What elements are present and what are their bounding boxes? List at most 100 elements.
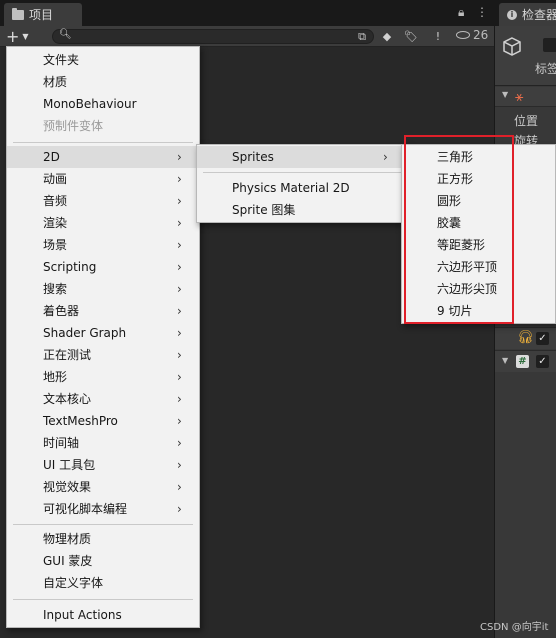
menu-item-timeline[interactable]: 时间轴 ›: [7, 432, 199, 454]
component-enabled-checkbox[interactable]: ✓: [536, 355, 549, 368]
info-icon: i: [507, 9, 517, 20]
menu-item-hexagon-flat-top[interactable]: 六边形平顶: [402, 256, 555, 278]
chevron-right-icon: ›: [177, 216, 182, 230]
transform-component-header[interactable]: ▼ ⚹: [495, 87, 556, 107]
lock-icon[interactable]: 🔒︎: [458, 5, 464, 20]
menu-item-sprites[interactable]: Sprites ›: [197, 146, 409, 168]
menu-separator: [13, 142, 193, 143]
add-asset-button[interactable]: + ▼: [6, 27, 38, 46]
chevron-right-icon: ›: [177, 326, 182, 340]
menu-item-monobehaviour[interactable]: MonoBehaviour: [7, 93, 199, 115]
watermark: CSDN @向宇it: [480, 622, 549, 633]
headphones-icon: 🎧︎: [517, 330, 534, 345]
inspector-tab-bar: i 检查器: [495, 0, 556, 26]
search-input[interactable]: 🔍︎: [52, 29, 374, 44]
menu-separator: [13, 524, 193, 525]
menu-item-triangle[interactable]: 三角形: [402, 146, 555, 168]
more-menu-icon[interactable]: ⋮: [476, 5, 488, 19]
menu-item-capsule[interactable]: 胶囊: [402, 212, 555, 234]
submenu-sprites: 三角形 正方形 圆形 胶囊 等距菱形 六边形平顶 六边形尖顶 9 切片: [401, 144, 556, 324]
menu-item-terrain[interactable]: 地形 ›: [7, 366, 199, 388]
chevron-right-icon: ›: [177, 480, 182, 494]
inspector-tab[interactable]: i 检查器: [499, 3, 556, 26]
chevron-right-icon: ›: [177, 502, 182, 516]
script-component-header[interactable]: ▼ # ✓: [495, 350, 556, 372]
cube-icon: [503, 37, 521, 56]
menu-item-audio[interactable]: 音频 ›: [7, 190, 199, 212]
search-icon: 🔍︎: [59, 29, 72, 40]
project-tab-label: 项目: [29, 8, 54, 22]
rotation-label: 旋转: [514, 134, 539, 144]
hidden-packages-toggle[interactable]: 26: [456, 28, 488, 42]
menu-item-testing[interactable]: 正在测试 ›: [7, 344, 199, 366]
menu-item-folder[interactable]: 文件夹: [7, 49, 199, 71]
chevron-right-icon: ›: [177, 172, 182, 186]
filter-by-type-icon[interactable]: ◆: [379, 29, 395, 44]
menu-item-textmeshpro[interactable]: TextMeshPro ›: [7, 410, 199, 432]
menu-item-text-core[interactable]: 文本核心 ›: [7, 388, 199, 410]
hidden-count-label: 26: [473, 28, 489, 42]
gameobject-header: 标签: [495, 26, 556, 86]
chevron-right-icon: ›: [177, 282, 182, 296]
chevron-right-icon: ›: [177, 304, 182, 318]
menu-item-visual-scripting[interactable]: 可视化脚本编程 ›: [7, 498, 199, 520]
create-asset-menu: 文件夹 材质 MonoBehaviour 预制件变体 2D › 动画 › 音频 › 渲…: [6, 46, 200, 628]
component-enabled-checkbox[interactable]: ✓: [536, 332, 549, 345]
script-icon: #: [516, 355, 529, 368]
chevron-right-icon: ›: [177, 260, 182, 274]
chevron-right-icon: ›: [177, 370, 182, 384]
menu-item-9-sliced[interactable]: 9 切片: [402, 300, 555, 322]
chevron-right-icon: ›: [177, 458, 182, 472]
folder-icon: [12, 7, 24, 20]
menu-item-square[interactable]: 正方形: [402, 168, 555, 190]
submenu-2d: Sprites › Physics Material 2D Sprite 图集: [196, 144, 410, 223]
menu-item-custom-font[interactable]: 自定义字体: [7, 572, 199, 594]
menu-item-prefab-variant: 预制件变体: [43, 119, 104, 133]
menu-item-scene[interactable]: 场景 ›: [7, 234, 199, 256]
chevron-right-icon: ›: [177, 414, 182, 428]
menu-item-physics-material-2d[interactable]: Physics Material 2D: [197, 177, 409, 199]
menu-item-search[interactable]: 搜索 ›: [7, 278, 199, 300]
menu-item-gui-skin[interactable]: GUI 蒙皮: [7, 550, 199, 572]
transform-icon: ⚹: [515, 89, 524, 105]
position-label: 位置: [514, 114, 539, 128]
chevron-right-icon: ›: [177, 150, 182, 164]
project-toolbar: + ▼ 🔍︎ ⧉ ◆ 🏷︎ ! 26: [0, 26, 494, 47]
plus-icon: +: [6, 27, 20, 46]
project-tab-bar: 项目 🔒︎ ⋮: [0, 0, 494, 26]
menu-item-ui-toolkit[interactable]: UI 工具包 ›: [7, 454, 199, 476]
menu-separator: [203, 172, 403, 173]
menu-item-visual-effects[interactable]: 视觉效果 ›: [7, 476, 199, 498]
chevron-right-icon: ›: [383, 150, 388, 164]
tag-label: 标签: [535, 62, 556, 76]
foldout-arrow-icon[interactable]: ▼: [502, 356, 508, 365]
menu-item-sprite-atlas[interactable]: Sprite 图集: [197, 199, 409, 221]
menu-item-physic-material[interactable]: 物理材质: [7, 528, 199, 550]
chevron-right-icon: ›: [177, 194, 182, 208]
menu-separator: [13, 599, 193, 600]
menu-item-shader-graph[interactable]: Shader Graph ›: [7, 322, 199, 344]
log-type-icon[interactable]: !: [430, 29, 446, 44]
menu-item-rendering[interactable]: 渲染 ›: [7, 212, 199, 234]
active-checkbox[interactable]: [543, 38, 556, 52]
menu-item-animation[interactable]: 动画 ›: [7, 168, 199, 190]
eye-icon: [456, 31, 470, 39]
menu-item-material[interactable]: 材质: [7, 71, 199, 93]
chevron-right-icon: ›: [177, 348, 182, 362]
menu-item-isometric-diamond[interactable]: 等距菱形: [402, 234, 555, 256]
menu-item-2d[interactable]: 2D ›: [7, 146, 199, 168]
menu-item-circle[interactable]: 圆形: [402, 190, 555, 212]
chevron-down-icon: ▼: [22, 32, 29, 41]
menu-item-hexagon-pointed-top[interactable]: 六边形尖顶: [402, 278, 555, 300]
foldout-arrow-icon[interactable]: ▼: [502, 90, 508, 99]
inspector-tab-label: 检查器: [522, 8, 556, 22]
chevron-right-icon: ›: [177, 238, 182, 252]
project-tab[interactable]: 项目: [4, 3, 82, 26]
menu-item-scripting[interactable]: Scripting ›: [7, 256, 199, 278]
menu-item-input-actions[interactable]: Input Actions: [7, 604, 199, 626]
menu-item-shader[interactable]: 着色器 ›: [7, 300, 199, 322]
audio-component-header[interactable]: 🎧︎ ✓: [495, 327, 556, 349]
filter-by-label-icon[interactable]: 🏷︎: [403, 29, 419, 44]
search-by-type-icon[interactable]: ⧉: [354, 29, 370, 44]
chevron-right-icon: ›: [177, 436, 182, 450]
